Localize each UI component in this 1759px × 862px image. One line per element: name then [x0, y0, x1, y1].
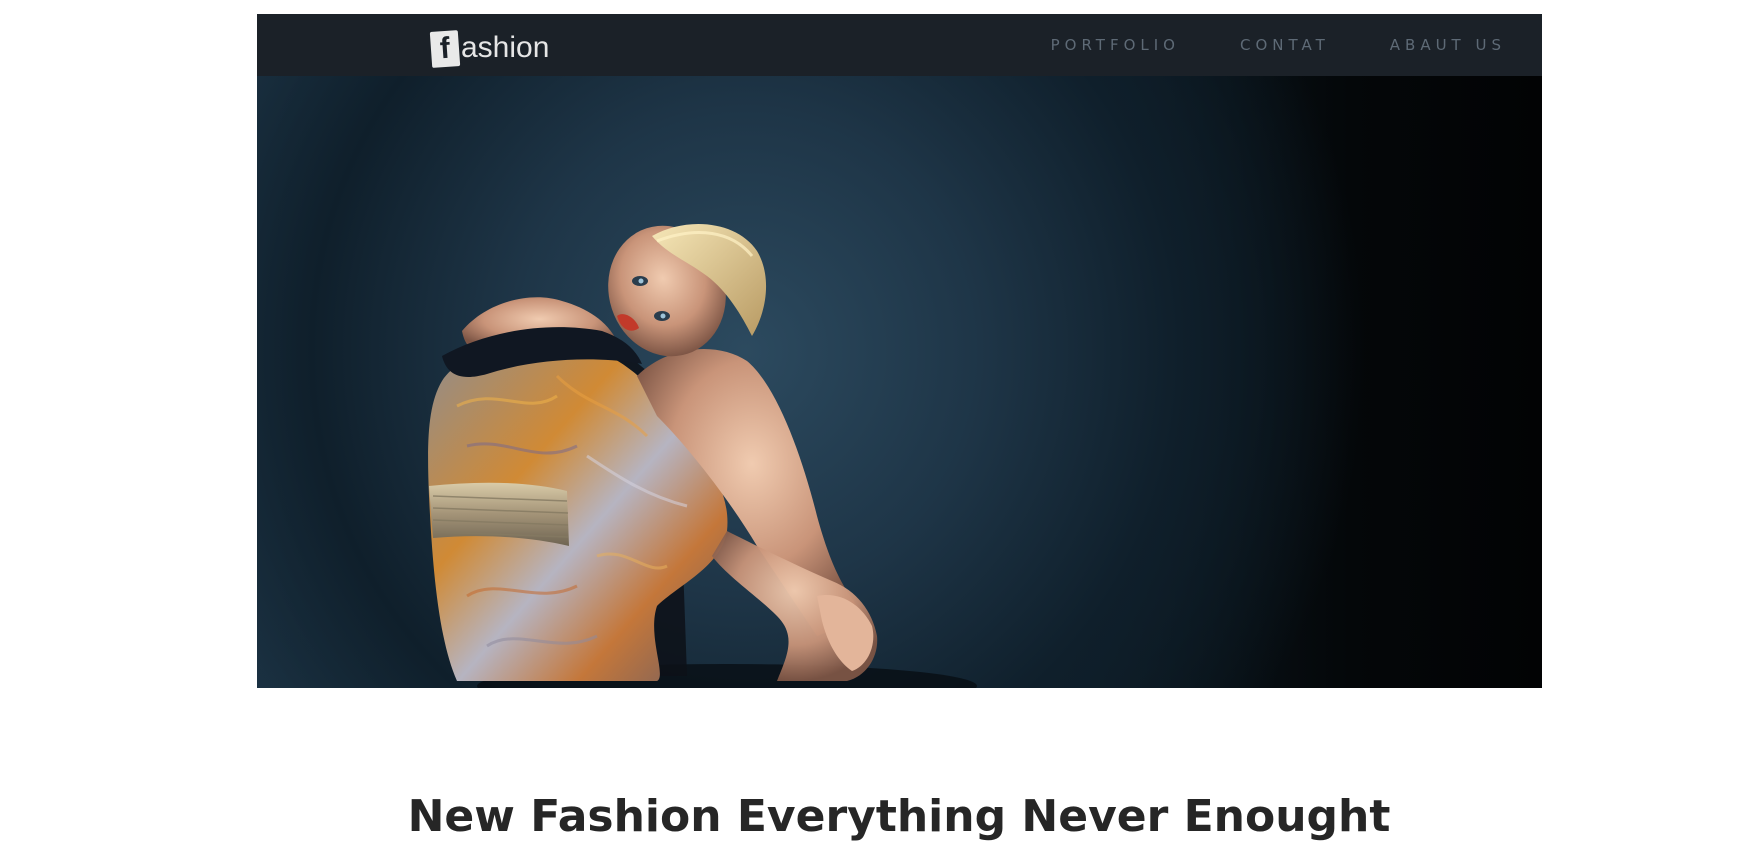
fashion-model-illustration	[428, 224, 977, 688]
main-nav: PORTFOLIO CONTAT ABAUT US	[1051, 36, 1506, 54]
page-headline: New Fashion Everything Never Enought	[407, 791, 1391, 842]
logo-text: ashion	[461, 31, 550, 64]
logo-mark: f	[429, 30, 461, 68]
site-container: f ashion PORTFOLIO CONTAT ABAUT US	[257, 14, 1542, 688]
navbar: f ashion PORTFOLIO CONTAT ABAUT US	[257, 14, 1542, 76]
nav-item-portfolio[interactable]: PORTFOLIO	[1051, 36, 1180, 54]
hero-image	[257, 76, 1542, 688]
nav-item-about-us[interactable]: ABAUT US	[1390, 36, 1506, 54]
nav-item-contact[interactable]: CONTAT	[1240, 36, 1330, 54]
logo[interactable]: f ashion	[429, 22, 550, 68]
page: f ashion PORTFOLIO CONTAT ABAUT US New F…	[0, 0, 1759, 862]
